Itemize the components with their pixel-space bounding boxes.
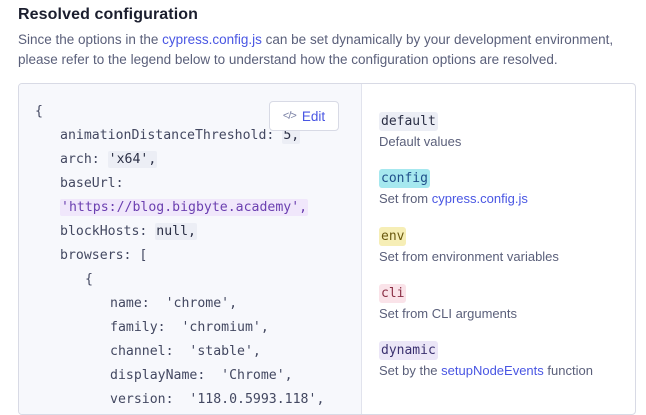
code-key: displayName: [110, 368, 222, 383]
legend-tag-cli: cli [379, 284, 407, 303]
legend-tag-env: env [379, 227, 407, 246]
code-line: browsers: [ [60, 247, 147, 265]
legend-desc: Set by the setupNodeEvents function [379, 363, 593, 378]
code-line: version: '118.0.5993.118', [110, 391, 324, 409]
legend-desc: Set from CLI arguments [379, 306, 517, 321]
cypress-config-link[interactable]: cypress.config.js [162, 32, 262, 47]
code-line: animationDistanceThreshold: 5, [60, 127, 301, 145]
code-key: arch: [60, 152, 108, 167]
legend-desc: Default values [379, 134, 461, 149]
description-text: Since the options in the [18, 32, 163, 47]
legend-tag-config: config [379, 169, 430, 188]
code-key: version: [110, 392, 190, 407]
legend-desc: Set from environment variables [379, 249, 559, 264]
cypress-config-link[interactable]: cypress.config.js [432, 191, 528, 206]
legend-item-cli: cli Set from CLI arguments [379, 284, 517, 321]
legend-item-config: config Set from cypress.config.js [379, 169, 528, 206]
setup-node-events-link[interactable]: setupNodeEvents [441, 363, 544, 378]
code-icon: </> [282, 110, 297, 122]
code-value: 'Chrome', [221, 368, 293, 383]
legend-desc-text: Default values [379, 134, 462, 149]
legend-tag-default: default [379, 112, 438, 131]
code-line: baseUrl: [60, 175, 124, 193]
page-title: Resolved configuration [18, 6, 198, 23]
code-line: name: 'chrome', [110, 295, 237, 313]
code-key: browsers: [ [60, 248, 148, 263]
code-key: { [85, 272, 93, 287]
legend-desc-text-after: function [543, 363, 593, 378]
code-value: 'chromium', [181, 320, 269, 335]
code-key: animationDistanceThreshold: [60, 128, 283, 143]
legend-desc: Set from cypress.config.js [379, 191, 528, 206]
legend-desc-text: Set from CLI arguments [379, 306, 517, 321]
code-value: null, [155, 223, 197, 240]
code-value: 'x64', [107, 151, 158, 168]
code-line: { [85, 271, 93, 289]
code-line: channel: 'stable', [110, 343, 261, 361]
code-key: blockHosts: [60, 224, 156, 239]
code-key: baseUrl: [60, 176, 124, 191]
resolved-config-panel: { animationDistanceThreshold: 5, arch: '… [18, 83, 636, 415]
page-description: Since the options in the cypress.config.… [18, 30, 638, 70]
edit-button-label: Edit [301, 108, 326, 124]
code-line: 'https://blog.bigbyte.academy', [60, 199, 309, 217]
legend-desc-text: Set from [379, 191, 432, 206]
legend-desc-text: Set by the [379, 363, 442, 378]
open-brace: { [35, 104, 43, 119]
config-code-block: { animationDistanceThreshold: 5, arch: '… [19, 84, 362, 414]
edit-button[interactable]: </> Edit [269, 101, 339, 131]
code-line: family: 'chromium', [110, 319, 269, 337]
code-key: name: [110, 296, 166, 311]
legend-tag-dynamic: dynamic [379, 341, 438, 360]
code-value: '118.0.5993.118', [189, 392, 325, 407]
code-line: displayName: 'Chrome', [110, 367, 293, 385]
code-key: family: [110, 320, 182, 335]
code-line: blockHosts: null, [60, 223, 197, 241]
code-value: 'chrome', [165, 296, 238, 311]
legend-item-default: default Default values [379, 112, 461, 149]
code-key: channel: [110, 344, 190, 359]
code-line: arch: 'x64', [60, 151, 158, 169]
code-value: 'https://blog.bigbyte.academy', [60, 199, 309, 216]
legend-desc-text: Set from environment variables [379, 249, 559, 264]
legend-item-env: env Set from environment variables [379, 227, 559, 264]
code-value: 'stable', [189, 344, 261, 359]
legend-item-dynamic: dynamic Set by the setupNodeEvents funct… [379, 341, 593, 378]
